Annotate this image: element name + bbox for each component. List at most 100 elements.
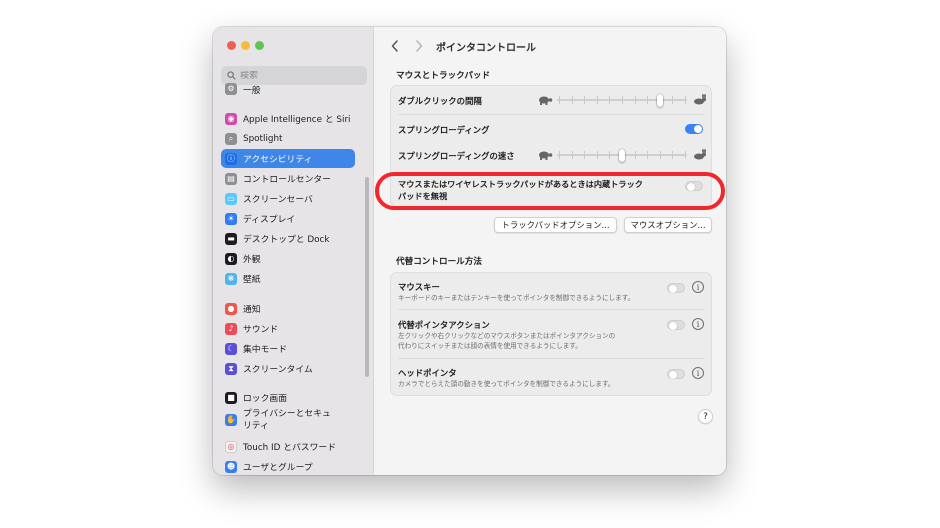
title-bar: ポインタコントロール [374, 27, 726, 65]
slider-tick [647, 151, 649, 159]
alt-pointer-toggle[interactable] [667, 320, 685, 330]
dock-icon: ▬ [225, 232, 237, 245]
ignore-trackpad-label-line2: パッドを無視 [398, 191, 448, 201]
toggle-knob [669, 285, 677, 293]
speaker-icon: ♪ [225, 322, 237, 335]
close-window-button[interactable] [227, 41, 236, 50]
sidebar-item-label: スクリーンセーバ [243, 195, 313, 205]
double-click-row: ダブルクリックの間隔 [391, 86, 711, 112]
zoom-window-button[interactable] [255, 41, 264, 50]
page-title: ポインタコントロール [436, 43, 536, 54]
double-click-label: ダブルクリックの間隔 [398, 96, 482, 106]
ignore-trackpad-row: マウスまたはワイヤレストラックパッドがあるときは内蔵トラック パッドを無視 [391, 174, 711, 206]
minimize-window-button[interactable] [241, 41, 250, 50]
back-button[interactable] [388, 38, 402, 54]
search-icon [227, 71, 236, 80]
alt-pointer-info-icon[interactable]: i [692, 318, 704, 330]
sidebar-item-speaker[interactable]: ♪ サウンド [221, 319, 355, 338]
slider-tick [622, 96, 623, 104]
sidebar-item-label: ユーザとグループ [243, 463, 313, 473]
sidebar-item-bell[interactable]: ● 通知 [221, 299, 355, 318]
slider-tick [584, 151, 586, 159]
slider-tick [584, 96, 586, 104]
screensaver-icon: ▭ [225, 192, 237, 205]
sidebar-item-label: アクセシビリティ [243, 155, 313, 165]
slider-tick [609, 151, 611, 159]
sun-icon: ☀ [225, 212, 237, 225]
sidebar-item-label: デスクトップと Dock [243, 235, 330, 245]
alt-pointer-label: 代替ポインタアクション [398, 320, 490, 330]
mouse-keys-label: マウスキー [398, 282, 440, 292]
main-pane: ポインタコントロール マウスとトラックパッド ダブルクリックの間隔 スプリングロ… [374, 27, 726, 475]
slider-tick [659, 151, 661, 159]
sidebar-item-label: Touch ID とパスワード [243, 443, 336, 453]
trackpad-options-button[interactable]: トラックパッドオプション... [494, 217, 617, 233]
fingerprint-icon: ◎ [225, 440, 237, 453]
bell-icon: ● [225, 302, 237, 315]
sidebar-item-hand[interactable]: ✋ プライバシーとセキュリティ [221, 406, 355, 434]
spring-speed-row: スプリングローディングの速さ [391, 144, 711, 170]
spring-speed-slider[interactable] [537, 149, 707, 162]
ignore-trackpad-toggle[interactable] [685, 181, 703, 191]
slider-tick [559, 96, 560, 104]
settings-window: ⚙ 一般 ◉ Apple Intelligence と Siri ⌕ Spotlight ⓘ… [213, 27, 726, 475]
slider-tick [647, 96, 649, 104]
sidebar-item-siri[interactable]: ◉ Apple Intelligence と Siri [221, 109, 355, 128]
hourglass-icon: ⧗ [225, 362, 237, 375]
slider-knob[interactable] [656, 94, 663, 107]
sidebar-item-fingerprint[interactable]: ◎ Touch ID とパスワード [221, 437, 355, 456]
toggle-knob [669, 322, 677, 330]
gear-icon: ⚙ [225, 83, 237, 95]
mouse-options-button[interactable]: マウスオプション... [624, 217, 712, 233]
help-button[interactable]: ? [698, 409, 713, 424]
sidebar-item-label: 一般 [243, 85, 261, 96]
sidebar-item-sun[interactable]: ☀ ディスプレイ [221, 209, 355, 228]
sidebar-item-moon[interactable]: ☾ 集中モード [221, 339, 355, 358]
sidebar-item-label: 集中モード [243, 345, 287, 355]
sidebar-item-label: サウンド [243, 325, 279, 335]
sidebar-item-label: ロック画面 [243, 394, 287, 404]
sidebar-item-screensaver[interactable]: ▭ スクリーンセーバ [221, 189, 355, 208]
double-click-slider[interactable] [537, 94, 707, 107]
toggle-knob [669, 371, 677, 379]
head-pointer-info-icon[interactable]: i [692, 367, 704, 379]
mouse-keys-info-icon[interactable]: i [692, 281, 704, 293]
appearance-icon: ◐ [225, 252, 237, 265]
sidebar-item-hourglass[interactable]: ⧗ スクリーンタイム [221, 359, 355, 378]
sidebar-item-appearance[interactable]: ◐ 外観 [221, 249, 355, 268]
slider-knob[interactable] [619, 149, 625, 162]
sidebar-item-label: プライバシーとセキュリティ [243, 409, 331, 431]
search-input[interactable] [240, 70, 350, 81]
divider [398, 114, 704, 115]
sidebar-item-label: スクリーンタイム [243, 365, 313, 375]
head-pointer-row: ヘッドポインタ カメラでとらえた頭の動きを使ってポインタを制御できるようにします… [391, 359, 711, 395]
sidebar-item-lock[interactable]: ■ ロック画面 [221, 388, 355, 407]
slider-tick [634, 96, 636, 104]
sidebar-item-users[interactable]: ☻ ユーザとグループ [221, 457, 355, 475]
hand-icon: ✋ [225, 414, 237, 426]
mouse-trackpad-group: ダブルクリックの間隔 スプリングローディング スプリングローディングの速さ マウ… [390, 85, 712, 207]
sidebar-item-gear[interactable]: ⚙ 一般 [221, 83, 355, 95]
mouse-keys-row: マウスキー キーボードのキーまたはテンキーを使ってポインタを制御できるようにしま… [391, 273, 711, 309]
forward-button[interactable] [412, 38, 426, 54]
slider-tick [559, 151, 560, 159]
sidebar-item-control-center[interactable]: ▤ コントロールセンター [221, 169, 355, 188]
slider-tick [672, 96, 674, 104]
sidebar-item-label: 通知 [243, 305, 261, 315]
accessibility-icon: ⓘ [225, 152, 237, 165]
spring-loading-row: スプリングローディング [391, 116, 711, 142]
sidebar-item-accessibility[interactable]: ⓘ アクセシビリティ [221, 149, 355, 168]
sidebar-scrollbar[interactable] [365, 177, 369, 377]
slider-tick [634, 151, 636, 159]
sidebar-item-label: コントロールセンター [243, 175, 331, 185]
spring-loading-toggle[interactable] [685, 124, 703, 134]
sidebar-item-dock[interactable]: ▬ デスクトップと Dock [221, 229, 355, 248]
lock-icon: ■ [225, 391, 237, 404]
sidebar-item-wallpaper[interactable]: ❋ 壁紙 [221, 269, 355, 288]
search-icon: ⌕ [225, 132, 237, 145]
head-pointer-toggle[interactable] [667, 369, 685, 379]
mouse-keys-toggle[interactable] [667, 283, 685, 293]
alt-pointer-row: 代替ポインタアクション 左クリックや右クリックなどのマウスボタンまたはポインタア… [391, 310, 711, 358]
sidebar-item-label: Spotlight [243, 133, 283, 144]
sidebar-item-search[interactable]: ⌕ Spotlight [221, 129, 355, 148]
